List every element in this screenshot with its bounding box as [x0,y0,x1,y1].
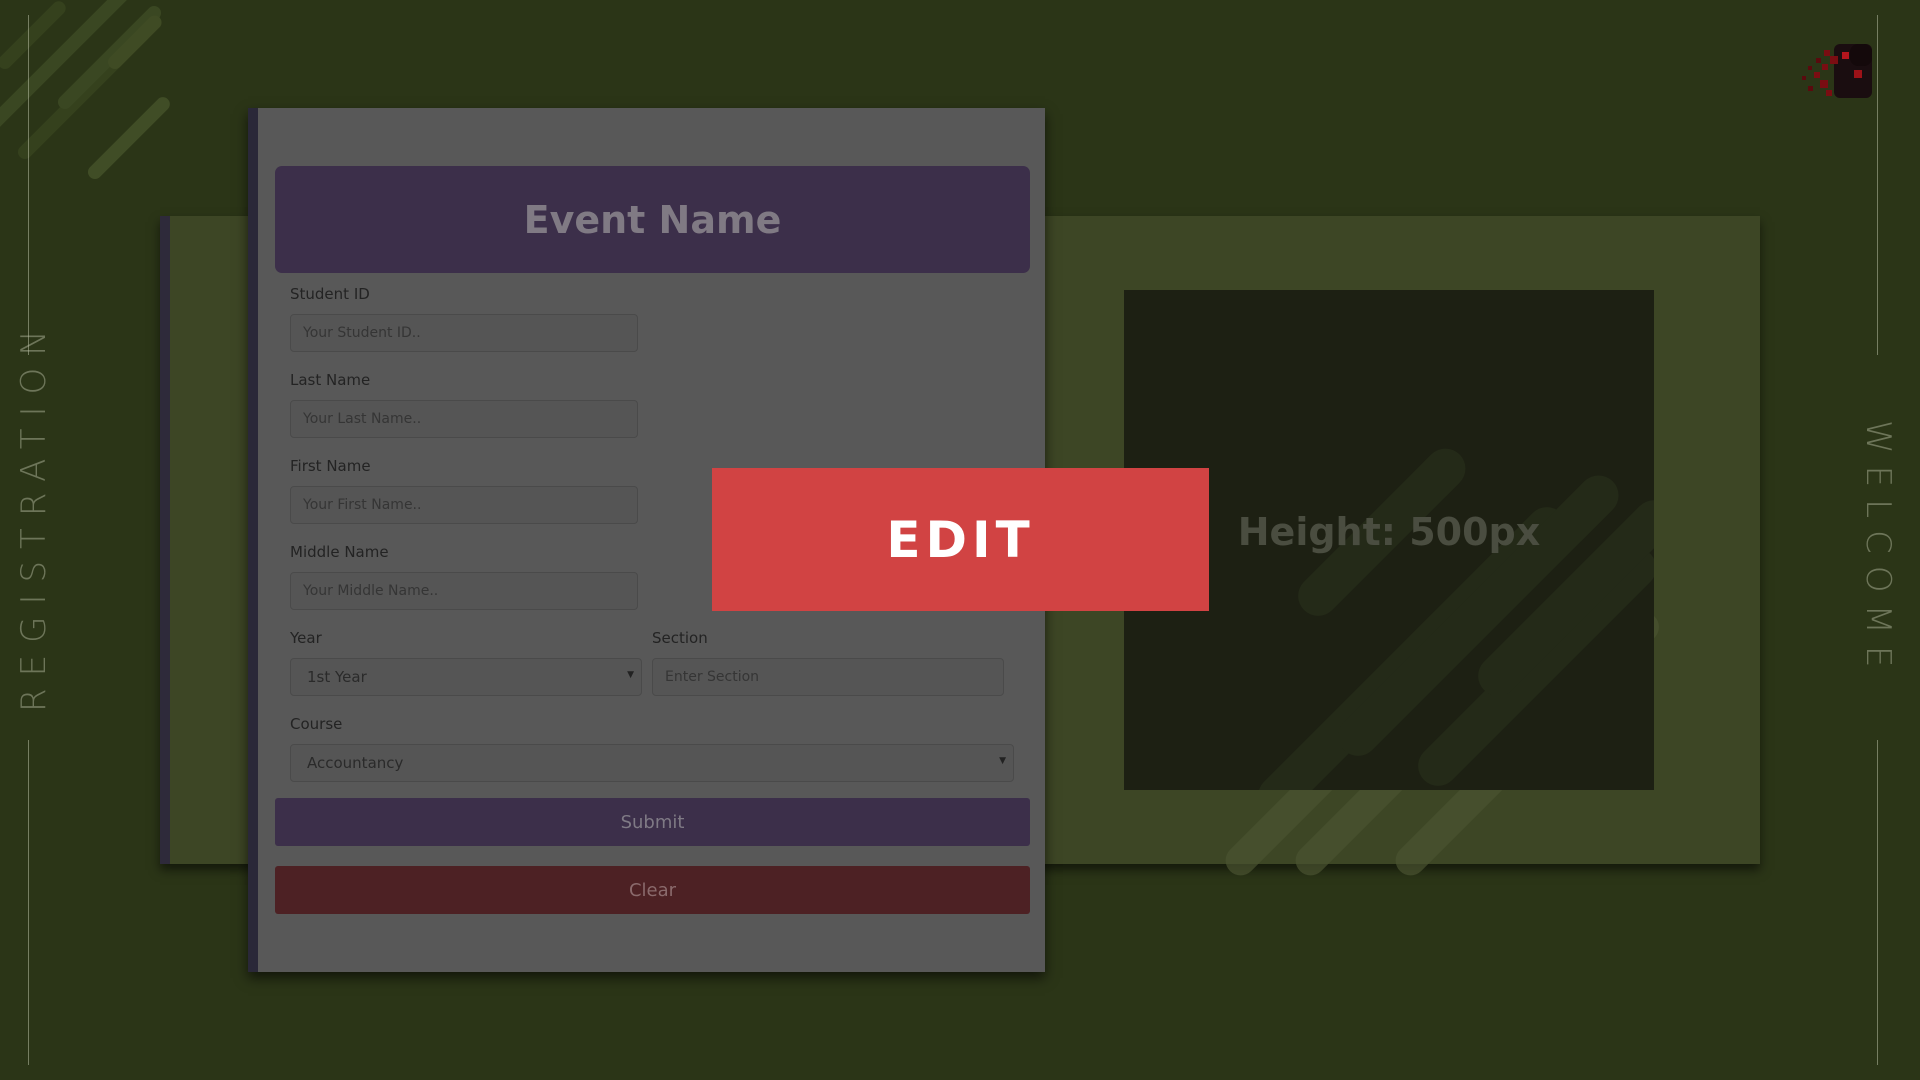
event-title: Event Name [523,197,782,242]
form-card-accent [248,108,258,972]
event-header: Event Name [275,166,1030,273]
right-rail-bottom [1877,740,1878,1065]
first-name-label: First Name [290,457,371,475]
chevron-down-icon: ▼ [627,670,634,680]
preview-card-accent [160,216,170,864]
left-rail-top [28,15,29,355]
course-select-value: Accountancy [307,754,404,772]
middle-name-input[interactable] [290,572,638,610]
year-select-value: 1st Year [307,668,367,686]
pixel-b-logo-icon [1802,44,1872,98]
chevron-down-icon: ▼ [999,756,1006,766]
student-id-label: Student ID [290,285,370,303]
edit-label: EDIT [886,510,1035,569]
section-input[interactable] [652,658,1004,696]
last-name-label: Last Name [290,371,371,389]
first-name-input[interactable] [290,486,638,524]
year-label: Year [290,629,322,647]
edit-button[interactable]: EDIT [712,468,1209,611]
student-id-input[interactable] [290,314,638,352]
section-label: Section [652,629,708,647]
year-select[interactable]: 1st Year ▼ [290,658,642,696]
course-label: Course [290,715,343,733]
left-rail-bottom [28,740,29,1065]
registration-side-label: REGISTRATION [14,318,54,712]
welcome-side-label: WELCOME [1858,420,1898,680]
last-name-input[interactable] [290,400,638,438]
submit-button[interactable]: Submit [275,798,1030,846]
clear-button[interactable]: Clear [275,866,1030,914]
course-select[interactable]: Accountancy ▼ [290,744,1014,782]
middle-name-label: Middle Name [290,543,389,561]
page-background: REGISTRATION WELCOME Height: 500px Event… [0,0,1920,1080]
